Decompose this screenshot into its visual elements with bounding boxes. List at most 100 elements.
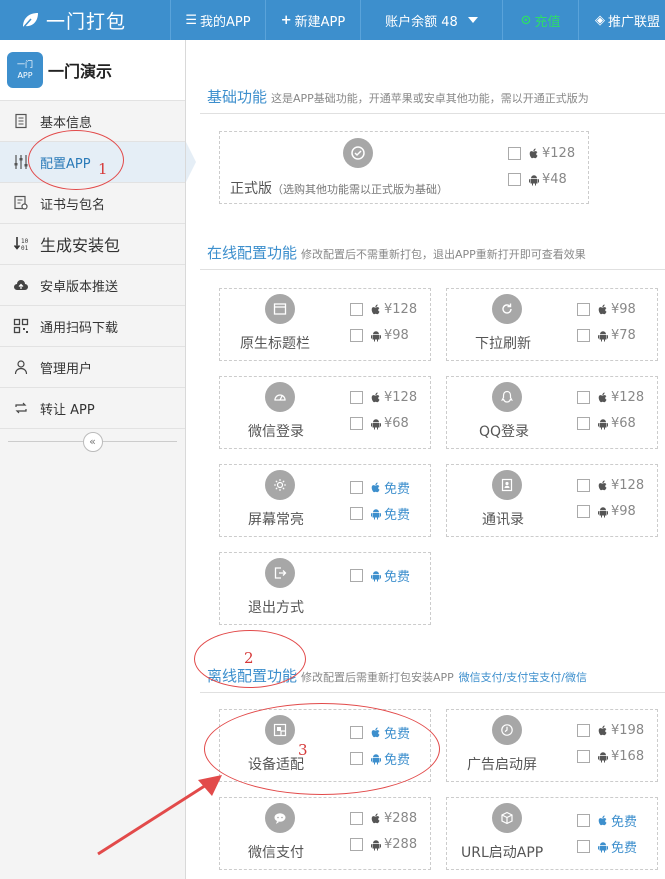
nav-new-app[interactable]: + 新建APP <box>265 0 360 40</box>
price-android[interactable]: ¥288 <box>350 837 417 852</box>
checkbox[interactable] <box>350 481 363 494</box>
price-android[interactable]: 免费 <box>350 504 410 523</box>
price-value: ¥78 <box>611 328 636 343</box>
section-offline-desc: 修改配置后需重新打包安装APP <box>301 671 454 684</box>
certificate-icon <box>12 194 30 212</box>
price-value: 免费 <box>611 841 638 856</box>
price-value: ¥198 <box>611 723 645 738</box>
balance-dropdown[interactable]: 账户余额 48 <box>360 0 502 40</box>
sidebar-item-qr-download[interactable]: 通用扫码下载 <box>0 306 185 347</box>
checkbox[interactable] <box>577 814 590 827</box>
checkbox[interactable] <box>350 507 363 520</box>
price-value: ¥128 <box>542 146 576 161</box>
checkbox[interactable] <box>577 303 590 316</box>
price-android[interactable]: ¥48 <box>508 172 567 187</box>
checkbox[interactable] <box>350 812 363 825</box>
sidebar-item-build-package[interactable]: 10 01 生成安装包 <box>0 224 185 265</box>
price-ios[interactable]: 免费 <box>350 478 410 497</box>
feature-card-qqlogin: QQ登录 ¥128 ¥68 <box>446 376 658 449</box>
price-ios[interactable]: 免费 <box>577 811 637 830</box>
checkbox[interactable] <box>577 505 590 518</box>
checkbox[interactable] <box>508 147 521 160</box>
price-value: ¥128 <box>384 390 418 405</box>
feature-name: 下拉刷新 <box>475 336 531 352</box>
feature-card-wechatlogin: 微信登录 ¥128 ¥68 <box>219 376 431 449</box>
checkbox[interactable] <box>350 569 363 582</box>
checkbox[interactable] <box>577 479 590 492</box>
collapse-sidebar-button[interactable]: « <box>82 432 103 452</box>
caret-down-icon <box>467 17 478 23</box>
check-circle-icon <box>343 138 373 168</box>
price-android[interactable]: 免费 <box>577 837 637 856</box>
checkbox[interactable] <box>508 173 521 186</box>
feature-card-pullrefresh: 下拉刷新 ¥98 ¥78 <box>446 288 658 361</box>
recharge-label: 充值 <box>534 14 561 30</box>
user-icon <box>12 358 30 376</box>
feature-name: 原生标题栏 <box>240 336 310 352</box>
android-icon <box>370 508 382 520</box>
price-ios[interactable]: ¥128 <box>577 478 644 493</box>
apple-icon <box>597 304 609 316</box>
feature-name: 正式版（选购其他功能需以正式版为基础） <box>230 178 448 198</box>
section-offline-links[interactable]: 微信支付/支付宝支付/微信 <box>459 671 587 684</box>
android-icon <box>370 330 382 342</box>
price-value: ¥128 <box>611 390 645 405</box>
price-value: ¥68 <box>384 416 409 431</box>
section-online-desc: 修改配置后不需重新打包，退出APP重新打开即可查看效果 <box>301 248 586 261</box>
sidebar-item-android-push[interactable]: 安卓版本推送 <box>0 265 185 306</box>
price-value: ¥128 <box>384 302 418 317</box>
checkbox[interactable] <box>577 329 590 342</box>
download-binary-icon: 10 01 <box>12 235 30 253</box>
price-ios[interactable]: ¥128 <box>350 390 417 405</box>
checkbox[interactable] <box>350 417 363 430</box>
checkbox[interactable] <box>577 417 590 430</box>
price-android[interactable]: ¥68 <box>577 416 636 431</box>
feature-card-screenon: 屏幕常亮 免费 免费 <box>219 464 431 537</box>
nav-promo[interactable]: ◈ 推广联盟 <box>578 0 665 40</box>
annotation-ellipse-3 <box>204 703 440 795</box>
sidebar-item-transfer-app[interactable]: 转让 APP <box>0 388 185 429</box>
feature-name: 广告启动屏 <box>467 757 537 773</box>
nav-new-app-label: 新建APP <box>294 14 346 30</box>
price-android[interactable]: ¥68 <box>350 416 409 431</box>
section-online-title: 在线配置功能 修改配置后不需重新打包，退出APP重新打开即可查看效果 <box>207 242 586 263</box>
price-ios[interactable]: ¥98 <box>577 302 636 317</box>
price-ios[interactable]: ¥198 <box>577 723 644 738</box>
list-icon: ☰ <box>185 12 198 28</box>
feature-name: 退出方式 <box>248 600 304 616</box>
checkbox[interactable] <box>577 391 590 404</box>
nav-my-app[interactable]: ☰ 我的APP <box>170 0 265 40</box>
checkbox[interactable] <box>577 724 590 737</box>
sidebar-item-manage-users[interactable]: 管理用户 <box>0 347 185 388</box>
checkbox[interactable] <box>577 750 590 763</box>
sidebar-item-certificate[interactable]: 证书与包名 <box>0 183 185 224</box>
feature-card-exit: 退出方式 免费 <box>219 552 431 625</box>
app-icon: 一门 APP <box>7 52 43 88</box>
sun-icon <box>265 470 295 500</box>
checkbox[interactable] <box>350 391 363 404</box>
feature-name: 屏幕常亮 <box>248 512 304 528</box>
price-android[interactable]: ¥98 <box>577 504 636 519</box>
price-android[interactable]: 免费 <box>350 566 410 585</box>
price-android[interactable]: ¥78 <box>577 328 636 343</box>
checkbox[interactable] <box>350 303 363 316</box>
transfer-icon <box>12 399 30 417</box>
exit-icon <box>265 558 295 588</box>
checkbox[interactable] <box>350 329 363 342</box>
recharge-button[interactable]: ⊙ 充值 <box>502 0 578 40</box>
divider <box>200 692 665 693</box>
price-android[interactable]: ¥168 <box>577 749 644 764</box>
price-ios[interactable]: ¥288 <box>350 811 417 826</box>
apple-icon <box>370 304 382 316</box>
price-ios[interactable]: ¥128 <box>350 302 417 317</box>
feature-name: 通讯录 <box>482 512 524 528</box>
checkbox[interactable] <box>577 840 590 853</box>
feature-card-urlstart: URL启动APP 免费 免费 <box>446 797 658 870</box>
price-android[interactable]: ¥98 <box>350 328 409 343</box>
refresh-icon <box>492 294 522 324</box>
price-ios[interactable]: ¥128 <box>577 390 644 405</box>
plus-icon: + <box>280 12 292 28</box>
logo[interactable]: 一门打包 <box>0 0 170 40</box>
checkbox[interactable] <box>350 838 363 851</box>
price-ios[interactable]: ¥128 <box>508 146 575 161</box>
